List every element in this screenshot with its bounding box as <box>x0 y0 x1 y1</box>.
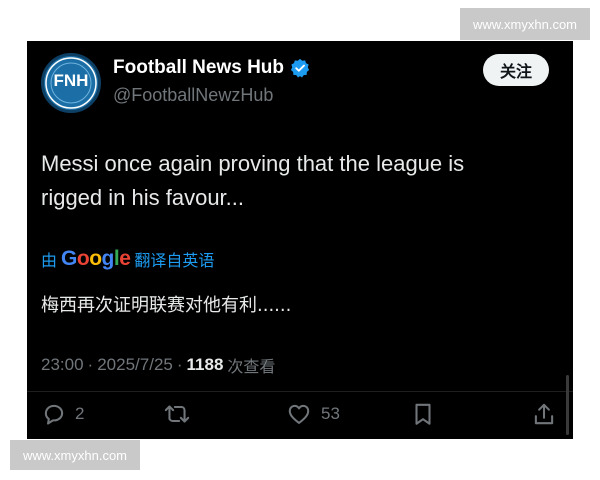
account-name-row: Football News Hub <box>113 57 310 79</box>
divider <box>27 391 573 392</box>
account-name[interactable]: Football News Hub <box>113 57 284 79</box>
google-letter-1: G <box>61 247 77 270</box>
google-logo: Google <box>61 247 131 271</box>
tweet-time[interactable]: 23:00 <box>41 355 84 375</box>
google-letter-6: e <box>119 247 131 270</box>
translate-suffix: 翻译自英语 <box>134 251 215 270</box>
like-button[interactable]: 53 <box>285 396 340 432</box>
translate-by-label: 由 <box>41 251 58 270</box>
follow-button[interactable]: 关注 <box>483 54 549 86</box>
tweet-text-line-2: rigged in his favour... <box>41 185 245 210</box>
google-letter-2: o <box>76 247 90 270</box>
verified-badge-icon <box>290 58 310 78</box>
meta-separator: · <box>176 355 183 374</box>
tweet-date[interactable]: 2025/7/25 <box>97 355 173 375</box>
google-letter-4: g <box>101 247 115 270</box>
bookmark-button[interactable] <box>411 396 435 432</box>
translate-link[interactable]: 由 Google 翻译自英语 <box>41 247 214 271</box>
reply-icon <box>44 404 64 425</box>
meta-separator: · <box>87 355 94 374</box>
watermark-top: www.xmyxhn.com <box>460 8 590 40</box>
views-label: 次查看 <box>227 357 276 376</box>
heart-icon <box>288 404 310 425</box>
share-icon <box>534 403 554 425</box>
reply-count: 2 <box>75 404 85 423</box>
tweet-text: Messi once again proving that the league… <box>41 147 521 215</box>
action-bar: 2 53 <box>27 396 573 432</box>
scrollbar[interactable] <box>566 375 569 435</box>
watermark-bottom: www.xmyxhn.com <box>10 440 140 470</box>
bookmark-icon <box>415 403 431 425</box>
google-letter-3: o <box>89 247 102 270</box>
tweet-meta: 23:00 · 2025/7/25 · 1188 次查看 <box>41 353 275 377</box>
retweet-icon <box>164 405 190 423</box>
views-count: 1188 <box>186 355 224 374</box>
avatar[interactable]: FNH <box>41 53 101 113</box>
reply-button[interactable]: 2 <box>41 396 84 432</box>
retweet-button[interactable] <box>163 396 191 432</box>
translated-text: 梅西再次证明联赛对他有利...... <box>41 295 292 316</box>
avatar-text: FNH <box>53 71 89 90</box>
like-count: 53 <box>321 404 340 423</box>
share-button[interactable] <box>531 396 557 432</box>
account-handle[interactable]: @FootballNewzHub <box>113 85 273 106</box>
tweet-text-line-1: Messi once again proving that the league… <box>41 151 465 176</box>
tweet-card: FNH Football News Hub @FootballNewzHub 关… <box>27 41 573 439</box>
